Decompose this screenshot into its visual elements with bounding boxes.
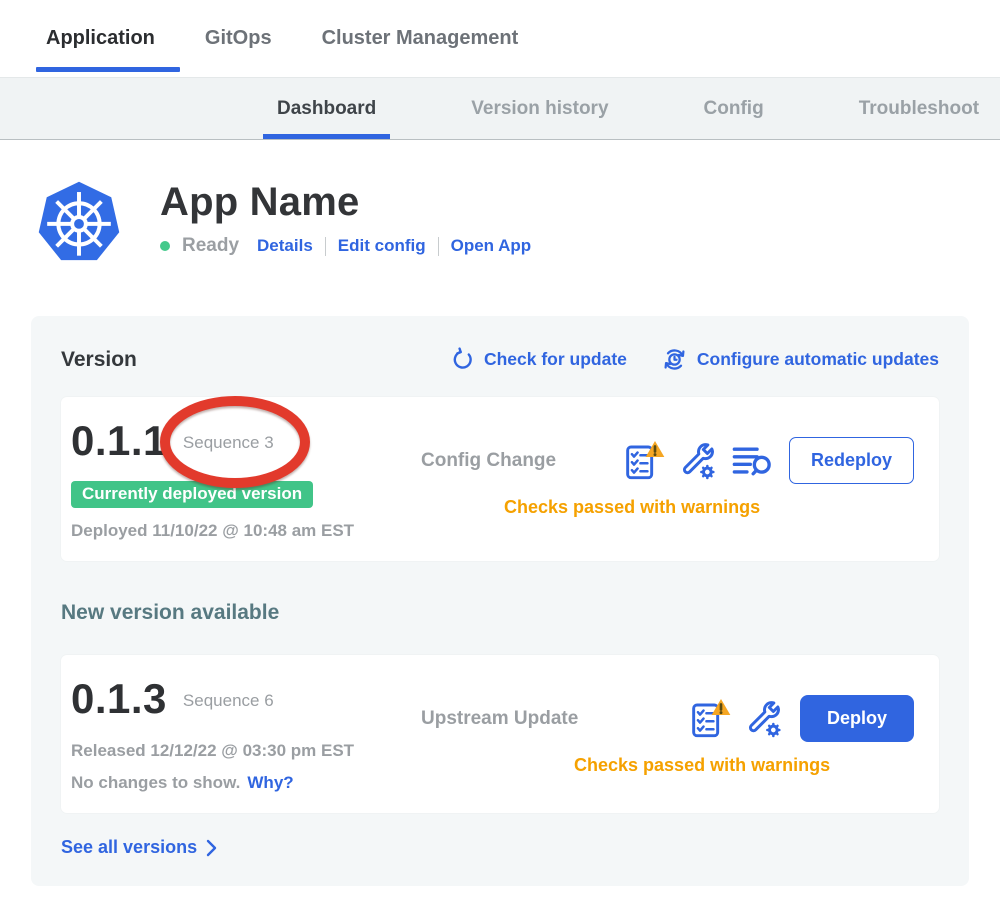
view-files-icon[interactable]: [731, 444, 773, 478]
chevron-right-icon: [206, 839, 217, 857]
link-divider: [438, 237, 439, 256]
version-panel-actions: Check for update Configure automatic upd…: [450, 346, 939, 373]
nav-item-gitops[interactable]: GitOps: [205, 0, 272, 77]
new-version-line: 0.1.3 Sequence 6: [71, 673, 421, 725]
released-timestamp: Released 12/12/22 @ 03:30 pm EST: [71, 741, 421, 761]
tab-troubleshoot[interactable]: Troubleshoot: [859, 78, 979, 139]
new-version-sequence: Sequence 6: [183, 691, 274, 711]
current-version-card: 0.1.1 Sequence 3 Currently deployed vers…: [61, 397, 939, 561]
app-status-row: Ready Details Edit config Open App: [160, 235, 531, 257]
see-all-versions-link[interactable]: See all versions: [61, 837, 217, 858]
tab-dashboard[interactable]: Dashboard: [277, 78, 376, 139]
preflight-checks-warning-icon[interactable]: [625, 440, 665, 482]
version-panel: Version Check for update Configure: [31, 316, 969, 886]
current-version-status-icons: [625, 440, 773, 482]
app-header-text: App Name Ready Details Edit config Open …: [160, 178, 531, 257]
tab-bar: Dashboard Version history Config Trouble…: [0, 77, 1000, 140]
tab-version-history[interactable]: Version history: [471, 78, 608, 139]
current-version-info: 0.1.1 Sequence 3 Currently deployed vers…: [71, 411, 421, 541]
see-all-versions-label: See all versions: [61, 837, 197, 858]
version-panel-header: Version Check for update Configure: [61, 346, 939, 373]
deployed-timestamp: Deployed 11/10/22 @ 10:48 am EST: [71, 521, 421, 541]
new-version-actions: Upstream Update: [421, 669, 914, 776]
new-version-available-heading: New version available: [61, 601, 939, 625]
current-checks-status: Checks passed with warnings: [504, 497, 760, 518]
preflight-checks-warning-icon[interactable]: [691, 698, 731, 740]
deploy-button[interactable]: Deploy: [800, 695, 914, 742]
ready-status-label: Ready: [182, 235, 239, 257]
current-version-actions: Config Change: [421, 411, 914, 518]
current-version-actions-row: Config Change: [421, 437, 914, 484]
no-changes-row: No changes to show. Why?: [71, 773, 421, 793]
nav-item-application[interactable]: Application: [46, 0, 155, 77]
new-version-card: 0.1.3 Sequence 6 Released 12/12/22 @ 03:…: [61, 655, 939, 813]
link-divider: [325, 237, 326, 256]
current-version-number: 0.1.1: [71, 417, 167, 465]
auto-update-clock-icon: [661, 346, 688, 373]
new-version-source: Upstream Update: [421, 708, 578, 730]
current-version-line: 0.1.1 Sequence 3: [71, 415, 421, 467]
currently-deployed-badge: Currently deployed version: [71, 481, 313, 508]
current-version-source: Config Change: [421, 450, 556, 472]
edit-config-link[interactable]: Edit config: [338, 236, 426, 256]
top-nav: Application GitOps Cluster Management: [0, 0, 1000, 77]
app-title: App Name: [160, 180, 531, 225]
current-version-sequence: Sequence 3: [183, 433, 274, 453]
new-version-info: 0.1.3 Sequence 6 Released 12/12/22 @ 03:…: [71, 669, 421, 793]
kubernetes-logo-icon: [36, 178, 122, 268]
tab-config[interactable]: Config: [704, 78, 764, 139]
configure-automatic-updates-link[interactable]: Configure automatic updates: [661, 346, 939, 373]
redeploy-button[interactable]: Redeploy: [789, 437, 914, 484]
check-for-update-label: Check for update: [484, 349, 627, 370]
why-link[interactable]: Why?: [247, 773, 293, 793]
config-wrench-icon[interactable]: [744, 699, 784, 739]
new-version-number: 0.1.3: [71, 675, 167, 723]
details-link[interactable]: Details: [257, 236, 313, 256]
refresh-icon: [450, 347, 475, 372]
config-wrench-icon[interactable]: [678, 441, 718, 481]
new-version-status-icons: [691, 698, 784, 740]
nav-item-cluster-management[interactable]: Cluster Management: [322, 0, 519, 77]
no-changes-text: No changes to show.: [71, 773, 240, 793]
ready-status-dot: [160, 241, 170, 251]
app-header: App Name Ready Details Edit config Open …: [36, 178, 1000, 268]
new-version-actions-row: Upstream Update: [421, 695, 914, 742]
open-app-link[interactable]: Open App: [451, 236, 532, 256]
configure-automatic-updates-label: Configure automatic updates: [697, 349, 939, 370]
version-panel-title: Version: [61, 348, 137, 372]
new-checks-status: Checks passed with warnings: [574, 755, 830, 776]
check-for-update-link[interactable]: Check for update: [450, 347, 627, 372]
